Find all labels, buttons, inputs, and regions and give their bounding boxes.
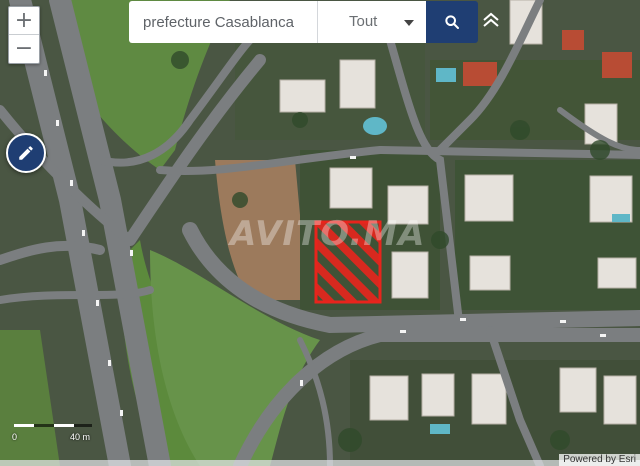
zoom-control: + − (8, 6, 40, 64)
search-icon (445, 15, 459, 29)
draw-button[interactable] (6, 133, 46, 173)
watermark: AVITO.MA (230, 214, 426, 254)
collapse-button[interactable] (480, 9, 502, 31)
attribution-strip (0, 460, 640, 466)
chevrons-up-icon (483, 12, 499, 27)
scale-bar: 0 40 m (10, 421, 94, 445)
zoom-in-button[interactable]: + (9, 7, 39, 35)
scale-start-label: 0 (12, 432, 18, 442)
search-button[interactable] (426, 1, 478, 43)
zoom-out-button[interactable]: − (9, 35, 39, 62)
pencil-icon (19, 146, 33, 160)
category-select-value: Tout (349, 13, 378, 30)
search-field (129, 1, 317, 43)
scale-end-label: 40 m (70, 432, 91, 442)
attribution[interactable]: Powered by Esri (559, 454, 640, 466)
search-input[interactable] (141, 12, 315, 32)
category-select[interactable]: Tout (317, 1, 426, 43)
caret-down-icon (404, 20, 414, 26)
